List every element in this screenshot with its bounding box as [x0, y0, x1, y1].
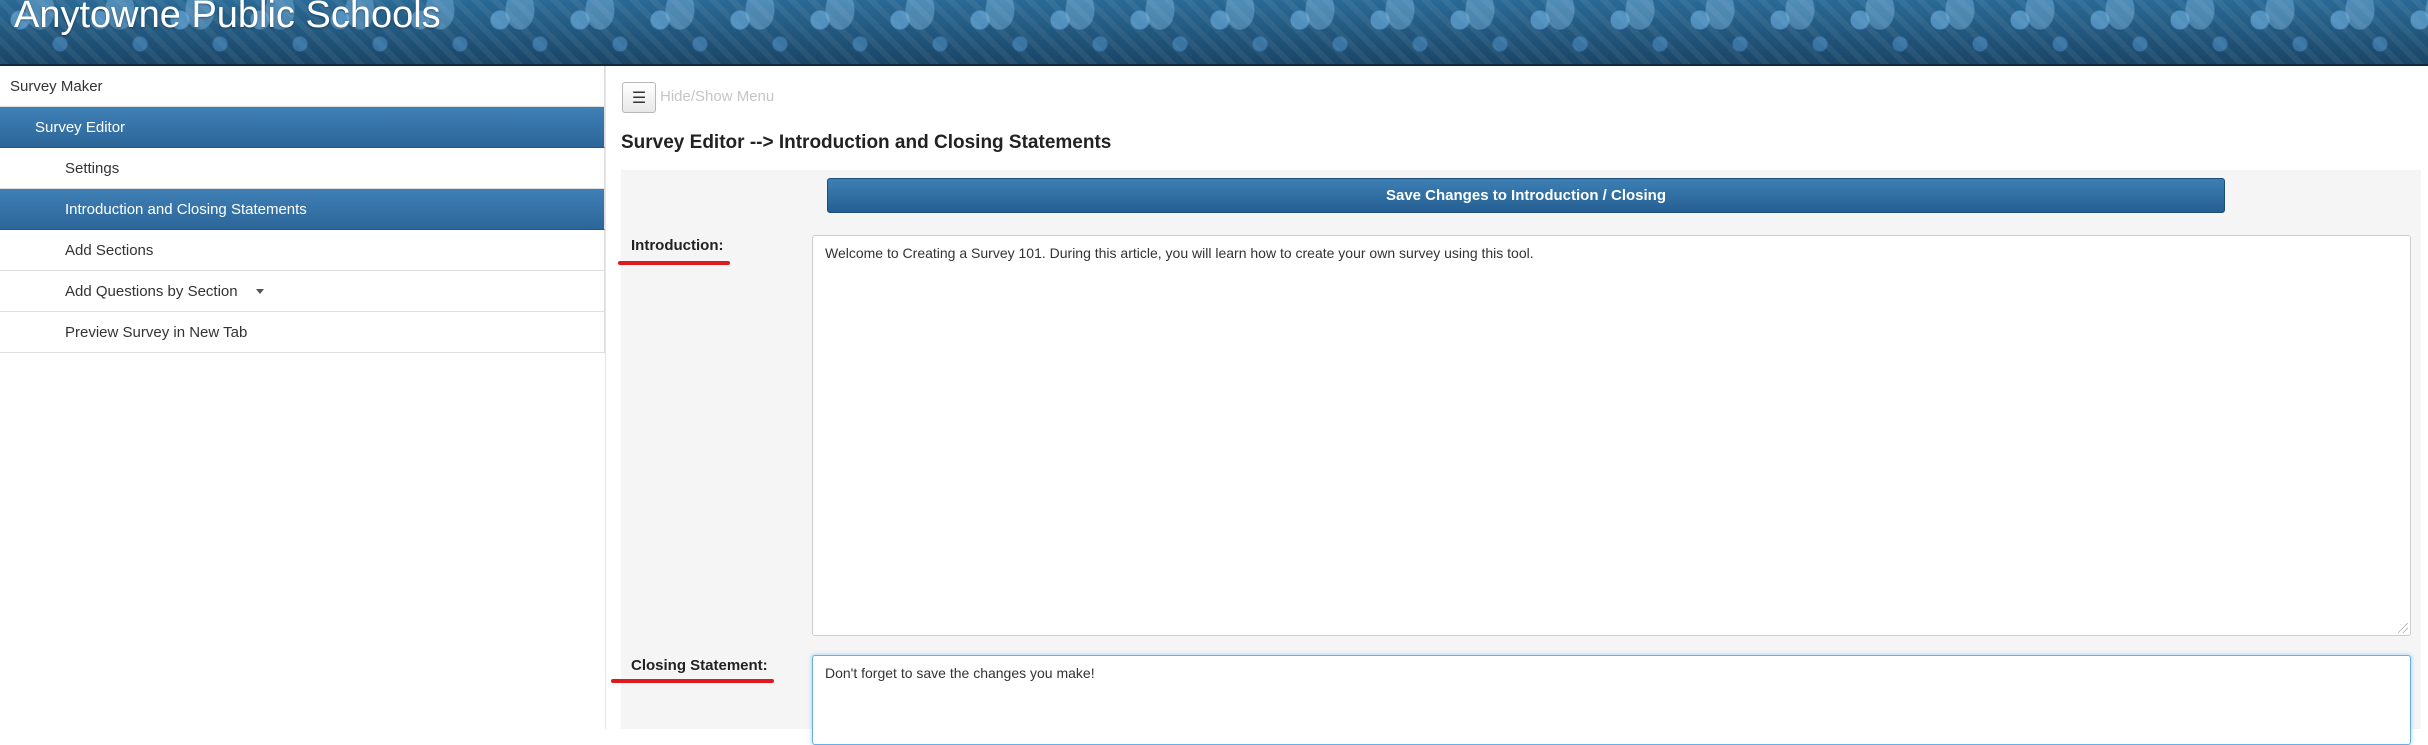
statements-form: Save Changes to Introduction / Closing I…: [611, 170, 2421, 745]
sidebar-item-label: Introduction and Closing Statements: [65, 200, 307, 218]
menu-toggle-label[interactable]: Hide/Show Menu: [660, 88, 774, 105]
site-title: Anytowne Public Schools: [14, 0, 441, 36]
caret-down-icon[interactable]: [255, 288, 264, 294]
sidebar-item-survey-editor[interactable]: Survey Editor: [0, 107, 605, 148]
sidebar: Survey Maker Survey Editor Settings Intr…: [0, 66, 605, 353]
sidebar-item-introduction-closing[interactable]: Introduction and Closing Statements: [0, 189, 605, 230]
annotation-underline-introduction: [618, 261, 730, 265]
sidebar-item-label: Survey Maker: [10, 77, 103, 95]
sidebar-item-settings[interactable]: Settings: [0, 148, 605, 189]
sidebar-item-label: Preview Survey in New Tab: [65, 323, 248, 341]
page-title: Survey Editor --> Introduction and Closi…: [621, 132, 1112, 153]
sidebar-item-label: Add Questions by Section: [65, 282, 238, 300]
closing-statement-label: Closing Statement:: [631, 657, 768, 674]
annotation-underline-closing: [611, 679, 774, 683]
header-banner: Anytowne Public Schools: [0, 0, 2428, 64]
introduction-textarea[interactable]: Welcome to Creating a Survey 101. During…: [812, 235, 2411, 636]
sidebar-item-label: Survey Editor: [35, 118, 126, 136]
closing-statement-textarea[interactable]: Don't forget to save the changes you mak…: [812, 655, 2411, 745]
sidebar-item-preview-survey[interactable]: Preview Survey in New Tab: [0, 312, 605, 353]
save-changes-button[interactable]: Save Changes to Introduction / Closing: [827, 178, 2225, 213]
main-content: ☰ Hide/Show Menu Survey Editor --> Intro…: [605, 66, 2428, 745]
sidebar-item-label: Settings: [65, 159, 120, 177]
sidebar-item-add-sections[interactable]: Add Sections: [0, 230, 605, 271]
resize-grip-icon[interactable]: [2398, 623, 2408, 633]
sidebar-item-add-questions[interactable]: Add Questions by Section: [0, 271, 605, 312]
hamburger-icon: ☰: [631, 89, 647, 107]
introduction-label: Introduction:: [631, 237, 724, 254]
sidebar-item-label: Add Sections: [65, 241, 154, 259]
menu-toggle-button[interactable]: ☰: [622, 82, 656, 113]
sidebar-item-survey-maker[interactable]: Survey Maker: [0, 66, 605, 107]
